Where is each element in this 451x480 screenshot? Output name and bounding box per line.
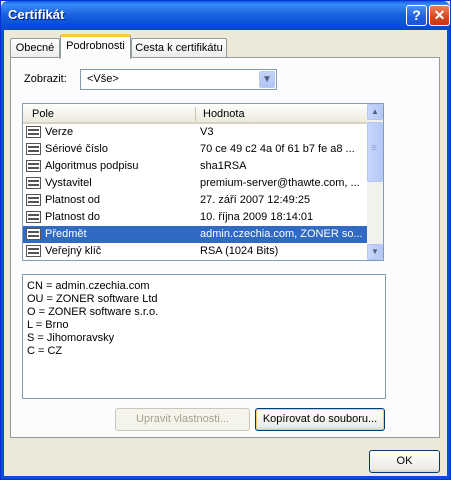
window-border-right	[447, 30, 450, 479]
certificate-dialog: Certifikát ? ✕ Obecné Podrobnosti Cesta …	[0, 0, 451, 480]
row-value: 70 ce 49 c2 4a 0f 61 b7 fe a8 ...	[200, 143, 355, 155]
edit-properties-button[interactable]: Upravit vlastnosti...	[115, 408, 250, 431]
detail-line: O = ZONER software s.r.o.	[27, 306, 159, 318]
field-icon	[26, 245, 41, 257]
row-value: premium-server@thawte.com, ...	[200, 177, 360, 189]
column-header-value[interactable]: Hodnota	[203, 108, 245, 120]
field-icon	[26, 126, 41, 138]
copy-to-file-button[interactable]: Kopírovat do souboru...	[255, 408, 385, 431]
tab-certification-path[interactable]: Cesta k certifikátu	[131, 38, 227, 58]
row-field: Platnost od	[45, 194, 101, 206]
list-row[interactable]: Sériové číslo 70 ce 49 c2 4a 0f 61 b7 fe…	[23, 141, 367, 158]
row-field: Předmět	[45, 228, 87, 240]
detail-line: L = Brno	[27, 319, 69, 331]
detail-line: CN = admin.czechia.com	[27, 280, 150, 292]
detail-line: OU = ZONER software Ltd	[27, 293, 158, 305]
chevron-down-icon[interactable]: ▼	[259, 71, 275, 88]
row-field: Sériové číslo	[45, 143, 108, 155]
list-row[interactable]: Platnost od 27. září 2007 12:49:25	[23, 192, 367, 209]
detail-line: C = CZ	[27, 345, 63, 357]
list-row[interactable]: Vystavitel premium-server@thawte.com, ..…	[23, 175, 367, 192]
tab-details[interactable]: Podrobnosti	[60, 34, 131, 59]
field-detail-box[interactable]: CN = admin.czechia.com OU = ZONER softwa…	[22, 274, 386, 399]
list-row[interactable]: Verze V3	[23, 124, 367, 141]
row-field: Algoritmus podpisu	[45, 160, 139, 172]
window-title: Certifikát	[8, 7, 65, 22]
row-value: RSA (1024 Bits)	[200, 245, 279, 257]
row-value: 10. října 2009 18:14:01	[200, 211, 314, 223]
detail-line: S = Jihomoravsky	[27, 332, 115, 344]
field-icon	[26, 160, 41, 172]
window-border-left	[1, 30, 4, 479]
list-row[interactable]: Veřejný klíč RSA (1024 Bits)	[23, 243, 367, 260]
fields-list[interactable]: Pole Hodnota Verze V3 Sériové číslo 70 c…	[22, 103, 384, 261]
list-row[interactable]: Algoritmus podpisu sha1RSA	[23, 158, 367, 175]
scroll-thumb[interactable]	[367, 122, 383, 182]
list-row-selected[interactable]: Předmět admin.czechia.com, ZONER so...	[23, 226, 367, 243]
scroll-up-icon[interactable]: ▲	[367, 104, 383, 120]
window-border-bottom	[1, 476, 450, 479]
field-icon	[26, 228, 41, 240]
row-field: Vystavitel	[45, 177, 92, 189]
column-separator[interactable]	[195, 107, 196, 121]
row-value: V3	[200, 126, 214, 138]
field-icon	[26, 177, 41, 189]
list-header: Pole Hodnota	[23, 104, 367, 124]
show-label: Zobrazit:	[24, 73, 67, 85]
row-field: Verze	[45, 126, 74, 138]
row-field: Veřejný klíč	[45, 245, 102, 257]
list-row[interactable]: Platnost do 10. října 2009 18:14:01	[23, 209, 367, 226]
tab-general[interactable]: Obecné	[10, 38, 60, 58]
ok-button[interactable]: OK	[369, 450, 440, 473]
show-dropdown-value: <Vše>	[87, 73, 119, 85]
row-field: Platnost do	[45, 211, 101, 223]
field-icon	[26, 211, 41, 223]
row-value: 27. září 2007 12:49:25	[200, 194, 311, 206]
field-icon	[26, 143, 41, 155]
title-bar[interactable]: Certifikát ? ✕	[1, 1, 450, 30]
row-value: admin.czechia.com, ZONER so...	[200, 228, 363, 240]
field-icon	[26, 194, 41, 206]
row-value: sha1RSA	[200, 160, 247, 172]
close-button[interactable]: ✕	[429, 5, 450, 26]
help-button[interactable]: ?	[406, 5, 427, 26]
list-scrollbar[interactable]: ▲ ▼	[367, 104, 383, 260]
show-dropdown[interactable]: <Vše> ▼	[80, 69, 277, 90]
column-header-field[interactable]: Pole	[32, 108, 54, 120]
scroll-down-icon[interactable]: ▼	[367, 244, 383, 260]
